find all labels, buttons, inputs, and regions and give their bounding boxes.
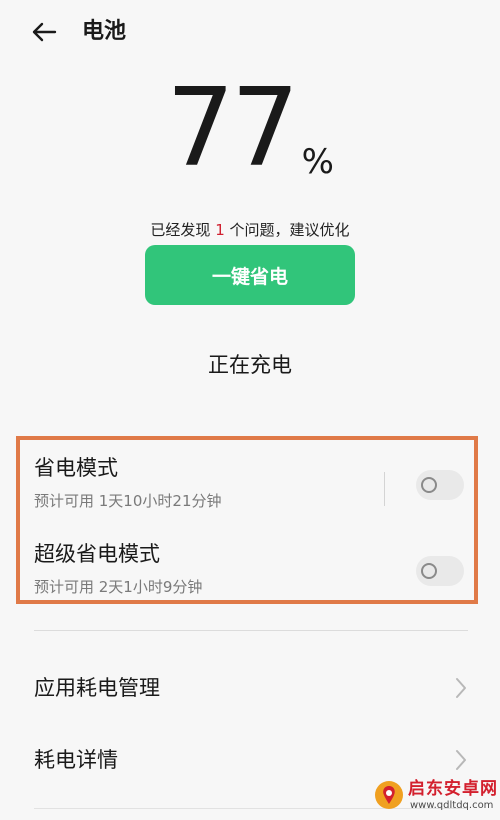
app-power-management-label: 应用耗电管理 <box>34 676 160 700</box>
top-bar: 电池 <box>0 0 500 64</box>
issue-prefix: 已经发现 <box>150 221 211 239</box>
power-saving-mode-toggle[interactable] <box>416 470 464 500</box>
battery-percentage: 77 <box>166 66 299 191</box>
power-usage-details-label: 耗电详情 <box>34 748 118 772</box>
issue-count: 1 <box>215 221 225 239</box>
back-button[interactable] <box>28 18 60 46</box>
power-saving-mode-row: 省电模式 预计可用 1天10小时21分钟 <box>34 452 464 522</box>
one-click-save-button[interactable]: 一键省电 <box>145 245 355 305</box>
power-saving-mode-title: 省电模式 <box>34 456 118 480</box>
section-divider <box>34 630 468 631</box>
toggle-knob <box>421 477 437 493</box>
issue-suffix: 个问题，建议优化 <box>229 221 350 239</box>
super-power-saving-mode-toggle[interactable] <box>416 556 464 586</box>
watermark-logo-icon <box>375 781 403 809</box>
page-title: 电池 <box>82 19 127 44</box>
site-watermark: 启东安卓网 www.qdltdq.com <box>372 776 500 816</box>
watermark-name: 启东安卓网 <box>408 779 498 799</box>
toggle-knob <box>421 563 437 579</box>
battery-level-display: 77% <box>0 70 500 188</box>
charging-status: 正在充电 <box>208 353 292 377</box>
super-power-saving-mode-estimate: 预计可用 2天1小时9分钟 <box>34 578 203 596</box>
power-modes-highlight: 省电模式 预计可用 1天10小时21分钟 超级省电模式 预计可用 2天1小时9分… <box>16 436 478 604</box>
app-power-management-item[interactable]: 应用耗电管理 <box>34 664 468 712</box>
super-power-saving-mode-title: 超级省电模式 <box>34 542 160 566</box>
chevron-right-icon <box>456 750 466 770</box>
vertical-divider <box>384 472 385 506</box>
power-saving-mode-estimate: 预计可用 1天10小时21分钟 <box>34 492 222 510</box>
chevron-right-icon <box>456 678 466 698</box>
battery-percent-unit: % <box>301 142 334 182</box>
watermark-url: www.qdltdq.com <box>410 800 494 811</box>
issue-summary: 已经发现 1 个问题，建议优化 <box>0 218 500 242</box>
super-power-saving-mode-row: 超级省电模式 预计可用 2天1小时9分钟 <box>34 538 464 608</box>
back-arrow-icon <box>32 22 57 42</box>
